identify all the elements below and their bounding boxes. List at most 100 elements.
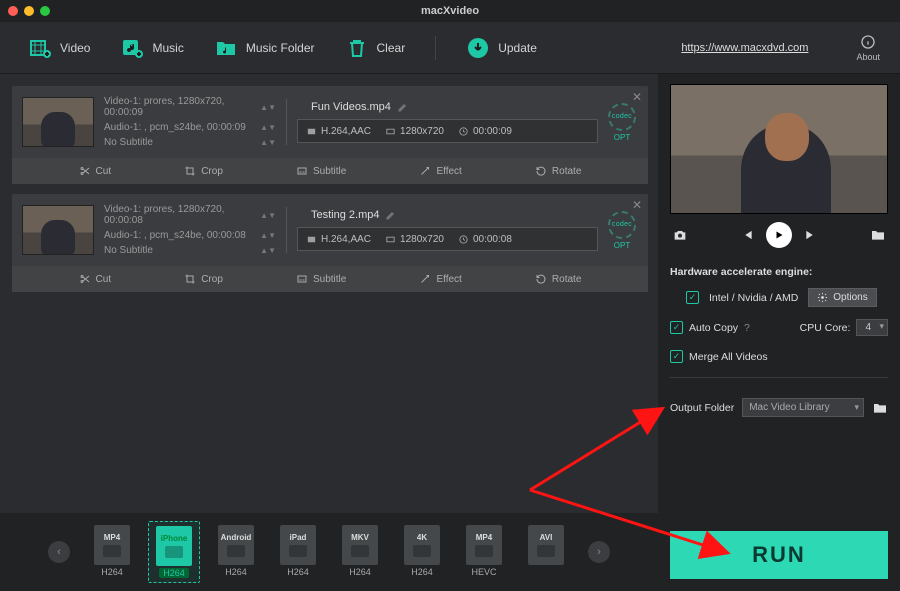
stepper-icon[interactable]: ▲▼ [260, 138, 276, 147]
info-icon [860, 34, 876, 50]
filename: Testing 2.mp4 [311, 209, 379, 221]
scissors-icon [79, 273, 91, 285]
file-item: ✕ Video-1: prores, 1280x720, 00:00:08▲▼ … [12, 194, 648, 292]
hw-accelerate-label: Hardware accelerate engine: [670, 266, 888, 278]
toolbar-music[interactable]: Music [120, 36, 183, 60]
format-mp4-h264[interactable]: MP4H264 [86, 521, 138, 583]
format-iphone-h264[interactable]: iPhoneH264 [148, 521, 200, 583]
toolbar-music-folder[interactable]: Music Folder [214, 36, 315, 60]
resolution-icon [385, 234, 396, 245]
output-folder-select[interactable]: Mac Video Library [742, 398, 864, 417]
toolbar-update[interactable]: Update [466, 36, 537, 60]
cut-button[interactable]: Cut [79, 273, 112, 285]
format-mkv-h264[interactable]: MKVH264 [334, 521, 386, 583]
scissors-icon [79, 165, 91, 177]
play-button[interactable] [766, 222, 792, 248]
stepper-icon[interactable]: ▲▼ [260, 103, 276, 112]
track-info: Video-1: prores, 1280x720, 00:00:09▲▼ Au… [104, 96, 276, 148]
stepper-icon[interactable]: ▲▼ [260, 231, 276, 240]
auto-copy-checkbox[interactable]: ✓ [670, 321, 683, 334]
carousel-next[interactable]: › [588, 541, 610, 563]
about-button[interactable]: About [856, 34, 880, 62]
codec-options-button[interactable]: codec OPT [608, 103, 636, 142]
stepper-icon[interactable]: ▲▼ [260, 211, 276, 220]
toolbar: Video Music Music Folder Clear Update ht… [0, 22, 900, 74]
subtitle-icon [296, 273, 308, 285]
edit-icon[interactable] [397, 101, 409, 113]
crop-button[interactable]: Crop [184, 273, 223, 285]
output-settings[interactable]: H.264,AAC 1280x720 00:00:08 [297, 227, 598, 251]
window-close[interactable] [8, 6, 18, 16]
crop-icon [184, 273, 196, 285]
rotate-button[interactable]: Rotate [535, 273, 581, 285]
filmstrip-plus-icon [28, 36, 52, 60]
crop-button[interactable]: Crop [184, 165, 223, 177]
toolbar-video[interactable]: Video [28, 36, 90, 60]
effect-button[interactable]: Effect [419, 165, 461, 177]
folder-icon[interactable] [870, 227, 886, 243]
file-item: ✕ Video-1: prores, 1280x720, 00:00:09▲▼ … [12, 86, 648, 184]
subtitle-button[interactable]: Subtitle [296, 165, 346, 177]
stepper-icon[interactable]: ▲▼ [260, 123, 276, 132]
prev-icon[interactable] [740, 228, 754, 242]
help-icon[interactable]: ? [744, 322, 750, 334]
thumbnail[interactable] [22, 97, 94, 147]
resolution-icon [385, 126, 396, 137]
toolbar-clear[interactable]: Clear [345, 36, 406, 60]
window-zoom[interactable] [40, 6, 50, 16]
stepper-icon[interactable]: ▲▼ [260, 246, 276, 255]
hw-checkbox[interactable]: ✓ [686, 291, 699, 304]
toolbar-music-folder-label: Music Folder [246, 41, 315, 55]
app-title: macXvideo [0, 5, 900, 17]
cpu-core-label: CPU Core: [800, 322, 851, 334]
thumbnail[interactable] [22, 205, 94, 255]
crop-icon [184, 165, 196, 177]
music-plus-icon [120, 36, 144, 60]
codec-icon [306, 234, 317, 245]
close-icon[interactable]: ✕ [632, 198, 642, 212]
hw-options-button[interactable]: Options [808, 288, 876, 307]
run-button[interactable]: RUN [670, 531, 888, 579]
preview-player[interactable] [670, 84, 888, 214]
toolbar-video-label: Video [60, 41, 90, 55]
edit-icon[interactable] [385, 209, 397, 221]
effect-button[interactable]: Effect [419, 273, 461, 285]
toolbar-update-label: Update [498, 41, 537, 55]
output-settings[interactable]: H.264,AAC 1280x720 00:00:09 [297, 119, 598, 143]
format-avi-[interactable]: AVI [520, 521, 572, 583]
cut-button[interactable]: Cut [79, 165, 112, 177]
carousel-prev[interactable]: ‹ [48, 541, 70, 563]
clock-icon [458, 234, 469, 245]
browse-folder-icon[interactable] [872, 400, 888, 416]
website-link[interactable]: https://www.macxdvd.com [681, 42, 808, 54]
merge-checkbox[interactable]: ✓ [670, 350, 683, 363]
window-minimize[interactable] [24, 6, 34, 16]
format-ipad-h264[interactable]: iPadH264 [272, 521, 324, 583]
about-label: About [856, 52, 880, 62]
toolbar-music-label: Music [152, 41, 183, 55]
cpu-core-select[interactable]: 4 [856, 319, 888, 336]
gear-icon: codec [608, 211, 636, 239]
codec-options-button[interactable]: codec OPT [608, 211, 636, 250]
auto-copy-label: Auto Copy [689, 322, 738, 334]
track-info: Video-1: prores, 1280x720, 00:00:08▲▼ Au… [104, 204, 276, 256]
rotate-icon [535, 165, 547, 177]
format-4k-h264[interactable]: 4KH264 [396, 521, 448, 583]
folder-music-icon [214, 36, 238, 60]
format-mp4-hevc[interactable]: MP4HEVC [458, 521, 510, 583]
codec-icon [306, 126, 317, 137]
trash-icon [345, 36, 369, 60]
wand-icon [419, 273, 431, 285]
clock-icon [458, 126, 469, 137]
toolbar-clear-label: Clear [377, 41, 406, 55]
next-icon[interactable] [804, 228, 818, 242]
subtitle-button[interactable]: Subtitle [296, 273, 346, 285]
rotate-button[interactable]: Rotate [535, 165, 581, 177]
gear-icon: codec [608, 103, 636, 131]
format-android-h264[interactable]: AndroidH264 [210, 521, 262, 583]
camera-icon[interactable] [672, 227, 688, 243]
format-carousel: ‹ MP4H264iPhoneH264AndroidH264iPadH264MK… [0, 513, 658, 591]
filename: Fun Videos.mp4 [311, 101, 391, 113]
download-circle-icon [466, 36, 490, 60]
close-icon[interactable]: ✕ [632, 90, 642, 104]
